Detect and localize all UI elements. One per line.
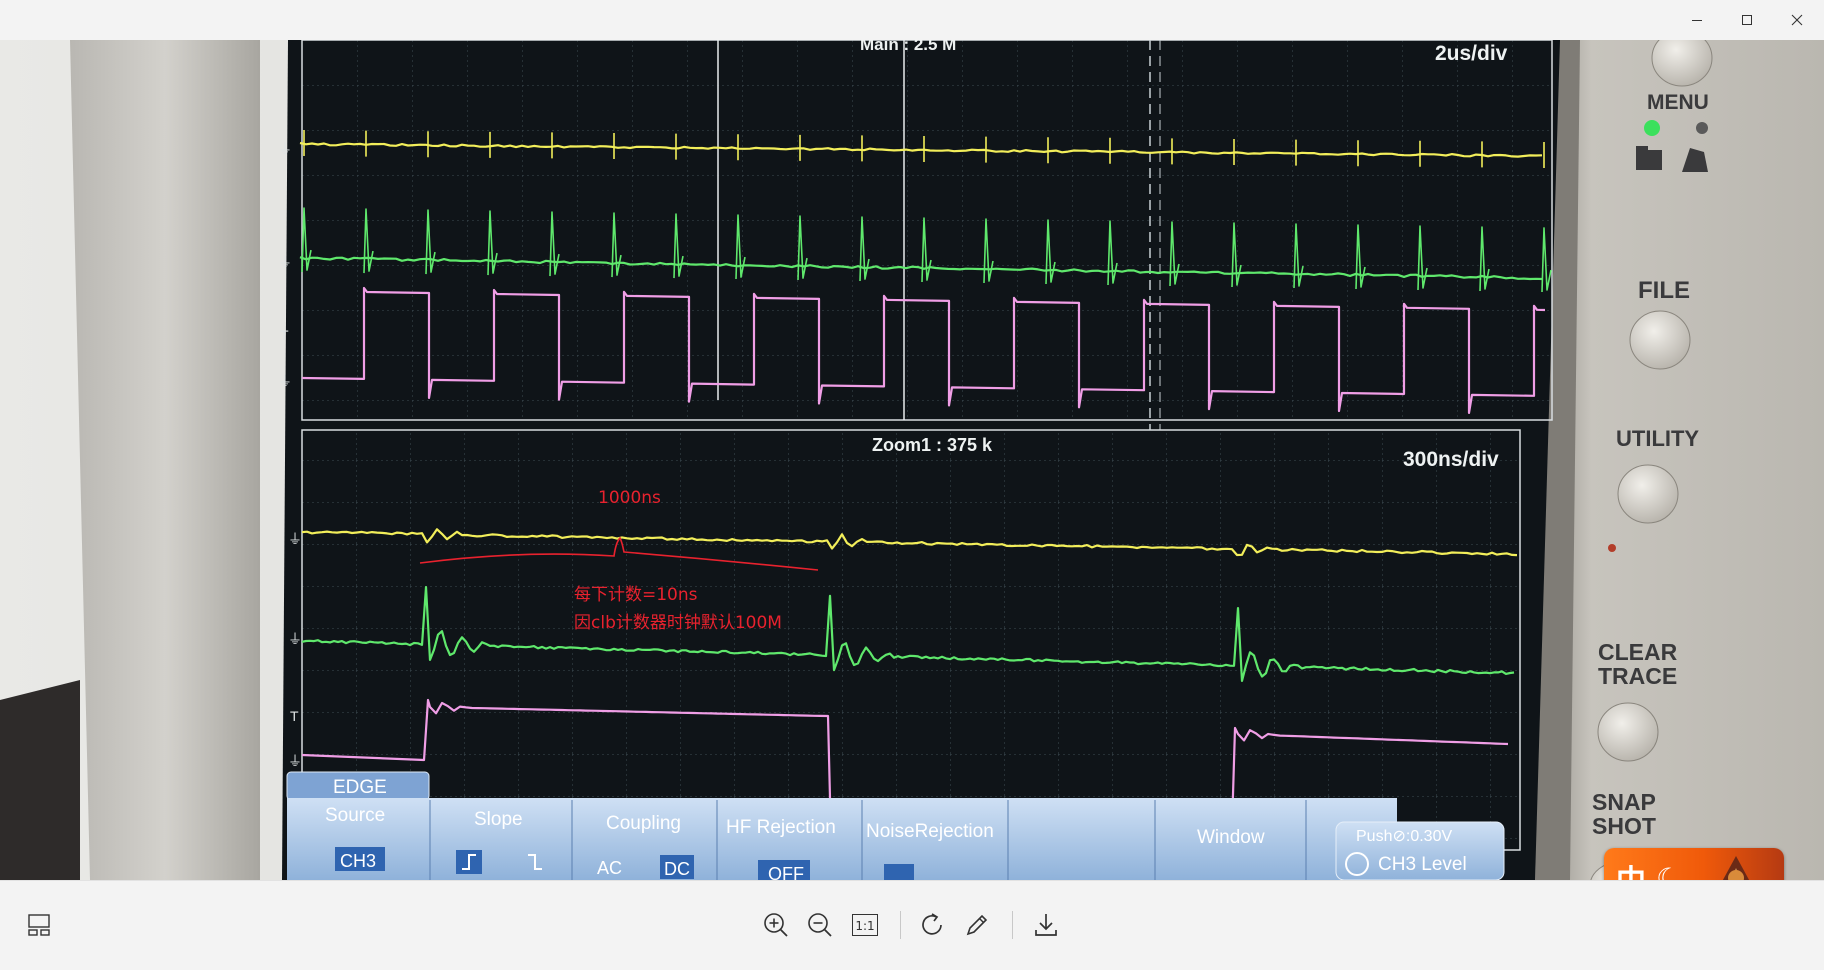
panel-screw	[1608, 544, 1616, 552]
ch3-trigger-zoom-marker: T	[290, 708, 299, 724]
toolbar-separator	[900, 911, 901, 939]
hf-rejection-value: OFF	[768, 864, 804, 880]
close-button[interactable]	[1774, 0, 1820, 40]
ch3-zoom-marker: ⏚	[288, 753, 302, 769]
coupling-ac: AC	[597, 858, 622, 878]
ch2-marker: ⏚	[278, 254, 292, 270]
zoom-out-icon	[806, 911, 834, 939]
annotation-line1: 每下计数=10ns	[574, 585, 698, 605]
actual-size-icon: 1:1	[852, 914, 878, 936]
minimize-button[interactable]	[1674, 0, 1720, 40]
trace-panel-label: TRACE	[1598, 663, 1677, 689]
utility-panel-label: UTILITY	[1616, 426, 1699, 451]
zoom-label: Zoom1 : 375 k	[872, 435, 993, 455]
file-button[interactable]	[1629, 310, 1691, 370]
zoom-window: Zoom1 : 375 k 300ns/div	[301, 429, 1521, 851]
source-label: Source	[325, 805, 385, 826]
minimize-icon	[1690, 13, 1704, 27]
main-label: Main : 2.5 M	[860, 40, 956, 54]
edit-icon	[963, 911, 991, 939]
layout-icon	[26, 912, 52, 938]
hf-rejection-label: HF Rejection	[726, 817, 836, 838]
period-label: 1000ns	[598, 488, 661, 508]
shot-panel-label: SHOT	[1592, 813, 1656, 839]
annotation-line2: 因clb计数器时钟默认100M	[574, 613, 782, 633]
indicator-dot	[1696, 122, 1708, 134]
window-button[interactable]: Window	[1197, 827, 1265, 848]
maximize-button[interactable]	[1724, 0, 1770, 40]
coupling-dc: DC	[664, 859, 690, 879]
actual-size-label: 1:1	[855, 919, 875, 933]
main-window: Main : 2.5 M 2us/div	[299, 40, 1553, 430]
oscilloscope-photo: Main : 2.5 M 2us/div Zoom1 : 375 k 300ns…	[0, 40, 1824, 880]
status-led	[1644, 120, 1660, 136]
maximize-icon	[1740, 13, 1754, 27]
ch3-trigger-marker: T	[280, 327, 289, 343]
zoom-in-icon	[762, 911, 790, 939]
snap-panel-label: SNAP	[1592, 789, 1656, 815]
slope-label: Slope	[474, 809, 523, 830]
window-label: Window	[1197, 827, 1265, 848]
title-bar	[0, 0, 1824, 41]
folder-icon	[1636, 150, 1662, 170]
edit-button[interactable]	[955, 903, 999, 947]
folder-tab	[1636, 146, 1648, 152]
scope-left-bezel	[70, 40, 260, 880]
main-timebase: 2us/div	[1435, 42, 1508, 65]
zoom-in-button[interactable]	[754, 903, 798, 947]
noise-rejection-label: NoiseRejection	[866, 821, 994, 842]
coupling-label: Coupling	[606, 813, 681, 834]
zoom-timebase: 300ns/div	[1403, 448, 1499, 471]
rotate-icon	[919, 911, 947, 939]
actual-size-button[interactable]: 1:1	[843, 903, 887, 947]
level-push: Push⊘:0.30V	[1356, 828, 1452, 845]
menu-panel-label: MENU	[1647, 91, 1709, 114]
ch1-zoom-marker: ⏚	[288, 531, 302, 547]
rotate-button[interactable]	[911, 903, 955, 947]
bottom-toolbar: 1:1	[0, 880, 1824, 970]
file-panel-label: FILE	[1638, 277, 1690, 304]
clear-panel-label: CLEAR	[1598, 639, 1678, 665]
zoom-out-button[interactable]	[798, 903, 842, 947]
ch3-marker: ⏚	[278, 373, 292, 389]
source-value: CH3	[340, 851, 376, 871]
utility-button[interactable]	[1617, 464, 1679, 524]
menu-title: EDGE	[333, 777, 387, 798]
level-label: CH3 Level	[1378, 854, 1467, 875]
toolbar-separator	[1012, 911, 1013, 939]
noise-off-box	[884, 864, 914, 880]
download-button[interactable]	[1024, 903, 1068, 947]
desk-shadow	[0, 680, 80, 880]
clear-trace-button[interactable]	[1597, 702, 1659, 762]
download-icon	[1032, 911, 1060, 939]
ch1-marker: ⏚	[278, 141, 292, 157]
close-icon	[1790, 13, 1804, 27]
layout-button[interactable]	[17, 903, 61, 947]
ch2-zoom-marker: ⏚	[288, 631, 302, 647]
photo-viewer[interactable]: Main : 2.5 M 2us/div Zoom1 : 375 k 300ns…	[0, 40, 1824, 880]
